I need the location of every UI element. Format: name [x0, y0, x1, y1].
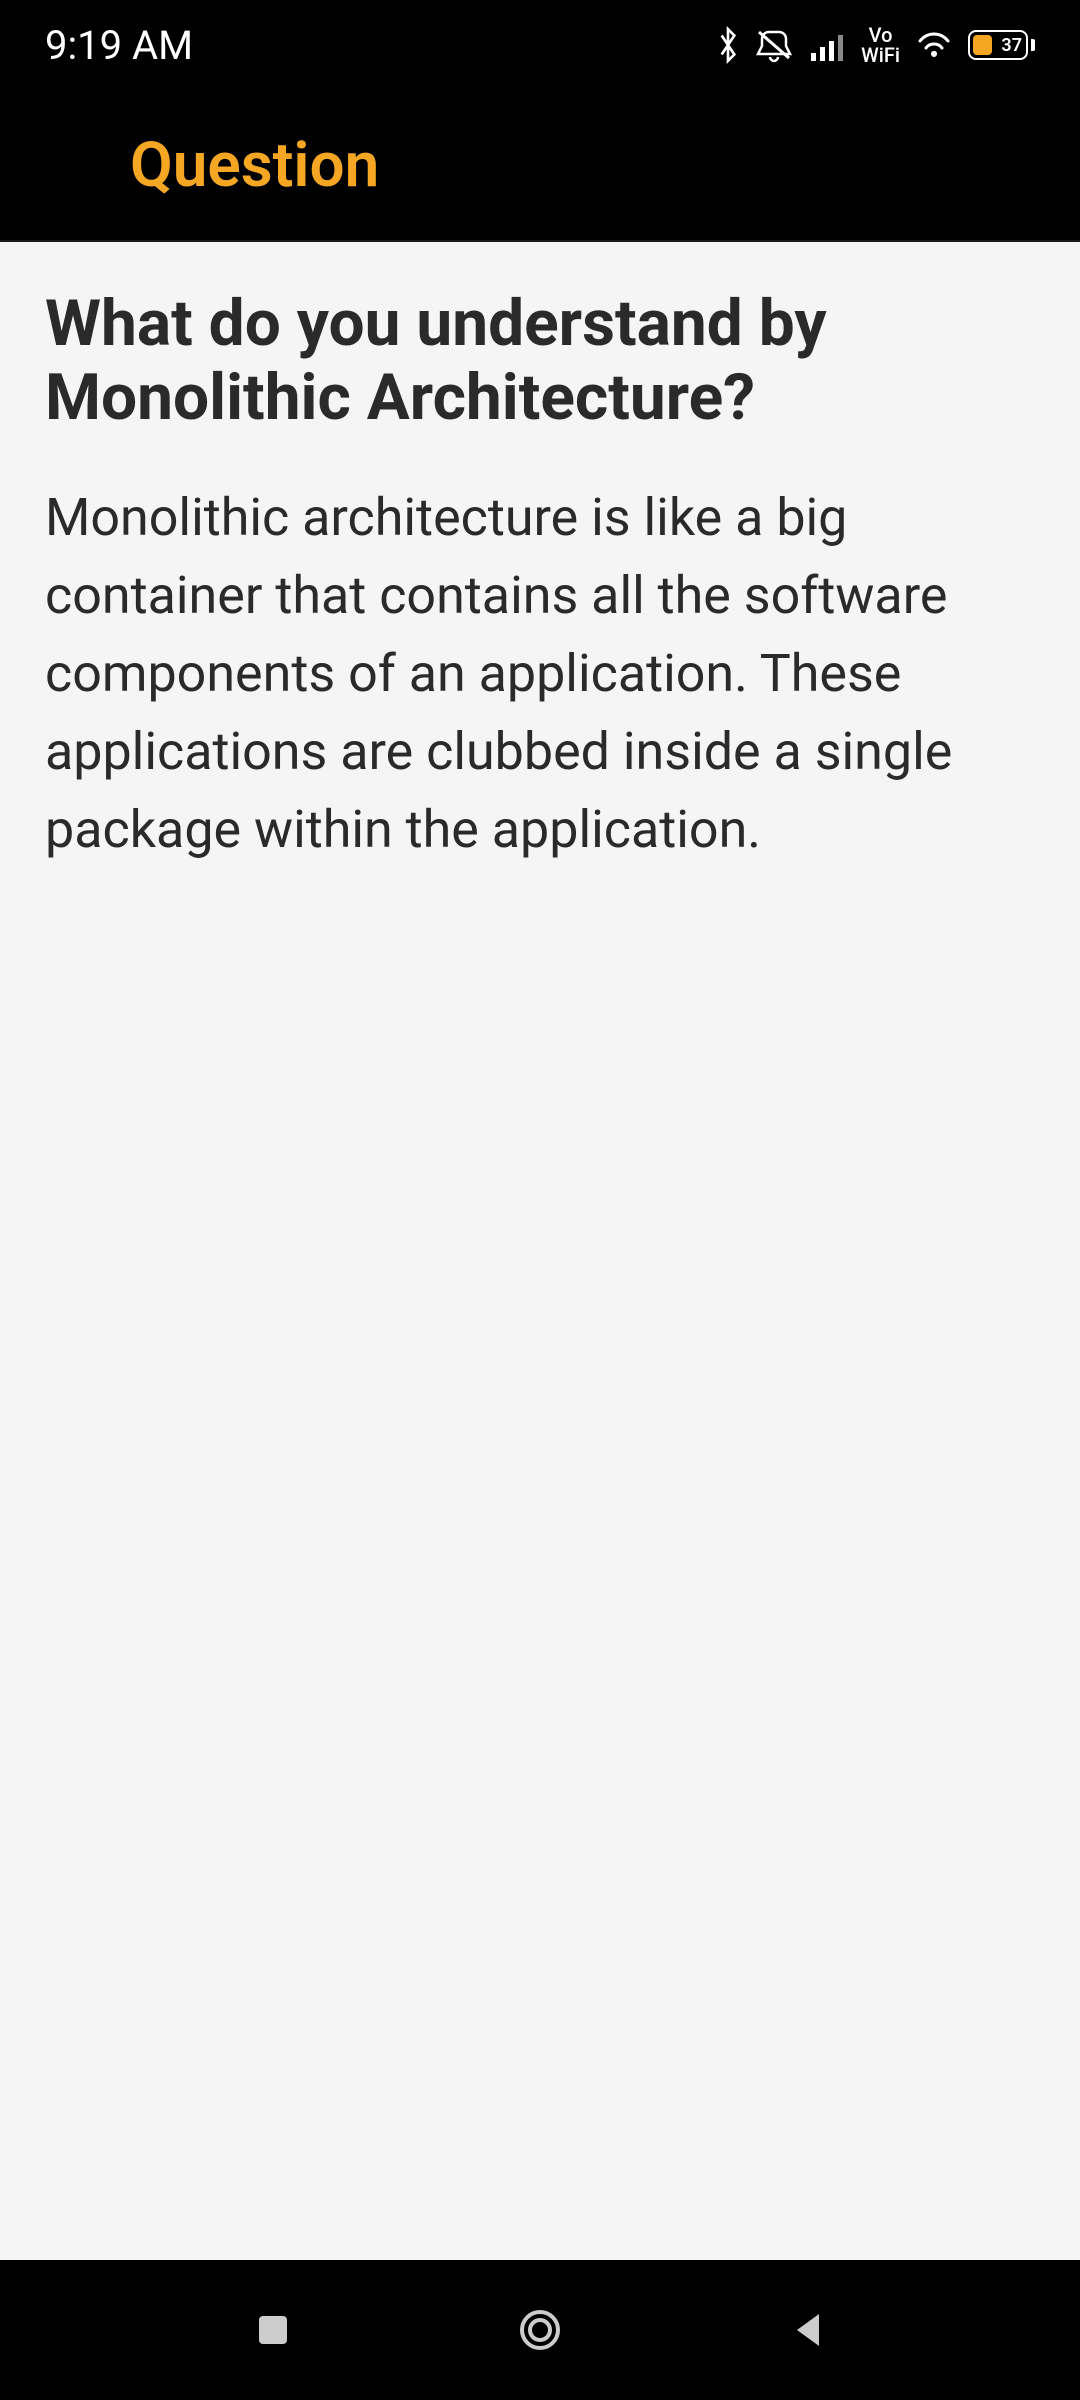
battery-percent: 37	[1001, 35, 1022, 56]
status-bar: 9:19 AM Vo WiFi	[0, 0, 1080, 90]
vowifi-icon: Vo WiFi	[861, 25, 900, 65]
status-time: 9:19 AM	[45, 22, 193, 69]
vowifi-line2: WiFi	[861, 45, 900, 65]
question-heading: What do you understand by Monolithic Arc…	[45, 287, 1035, 434]
navigation-bar	[0, 2260, 1080, 2400]
battery-icon: 37	[968, 30, 1035, 60]
home-button[interactable]	[500, 2290, 580, 2370]
app-header: Question	[0, 90, 1080, 242]
status-icons: Vo WiFi 37	[715, 25, 1035, 65]
bluetooth-icon	[715, 26, 741, 64]
content-area: What do you understand by Monolithic Arc…	[0, 242, 1080, 2260]
wifi-icon	[914, 29, 954, 61]
back-button[interactable]	[767, 2290, 847, 2370]
signal-icon	[809, 29, 847, 61]
vowifi-line1: Vo	[861, 25, 900, 45]
mute-icon	[755, 26, 795, 64]
answer-text: Monolithic architecture is like a big co…	[45, 479, 1035, 869]
recent-apps-button[interactable]	[233, 2290, 313, 2370]
page-title: Question	[130, 129, 379, 202]
